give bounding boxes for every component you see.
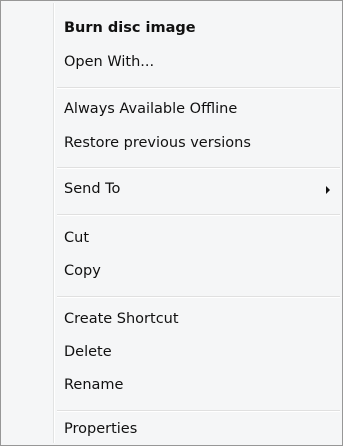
menu-item-send-to[interactable]: Send To	[3, 174, 340, 206]
menu-item-label: Create Shortcut	[64, 311, 179, 327]
context-menu: Burn disc image Open With... Always Avai…	[0, 0, 343, 446]
menu-item-rename[interactable]: Rename	[3, 370, 340, 402]
menu-separator	[57, 167, 340, 168]
submenu-arrow-icon	[326, 186, 330, 194]
menu-separator	[57, 296, 340, 297]
menu-item-always-available-offline[interactable]: Always Available Offline	[3, 94, 340, 126]
menu-item-create-shortcut[interactable]: Create Shortcut	[3, 304, 340, 336]
menu-item-restore-previous-versions[interactable]: Restore previous versions	[3, 128, 340, 160]
menu-item-label: Delete	[64, 344, 112, 360]
menu-item-label: Restore previous versions	[64, 135, 251, 151]
menu-item-properties[interactable]: Properties	[3, 414, 340, 446]
menu-item-label: Send To	[64, 181, 121, 197]
menu-item-label: Burn disc image	[64, 20, 196, 36]
menu-item-label: Copy	[64, 263, 101, 279]
menu-item-open-with[interactable]: Open With...	[3, 47, 340, 79]
menu-item-label: Properties	[64, 421, 138, 437]
menu-item-label: Rename	[64, 377, 124, 393]
menu-item-label: Cut	[64, 230, 89, 246]
menu-item-delete[interactable]: Delete	[3, 337, 340, 369]
menu-separator	[57, 410, 340, 411]
menu-item-label: Open With...	[64, 54, 155, 70]
menu-item-burn-disc-image[interactable]: Burn disc image	[3, 13, 340, 45]
menu-separator	[57, 87, 340, 88]
menu-item-copy[interactable]: Copy	[3, 256, 340, 288]
menu-item-label: Always Available Offline	[64, 101, 238, 117]
menu-item-cut[interactable]: Cut	[3, 223, 340, 255]
menu-separator	[57, 214, 340, 215]
